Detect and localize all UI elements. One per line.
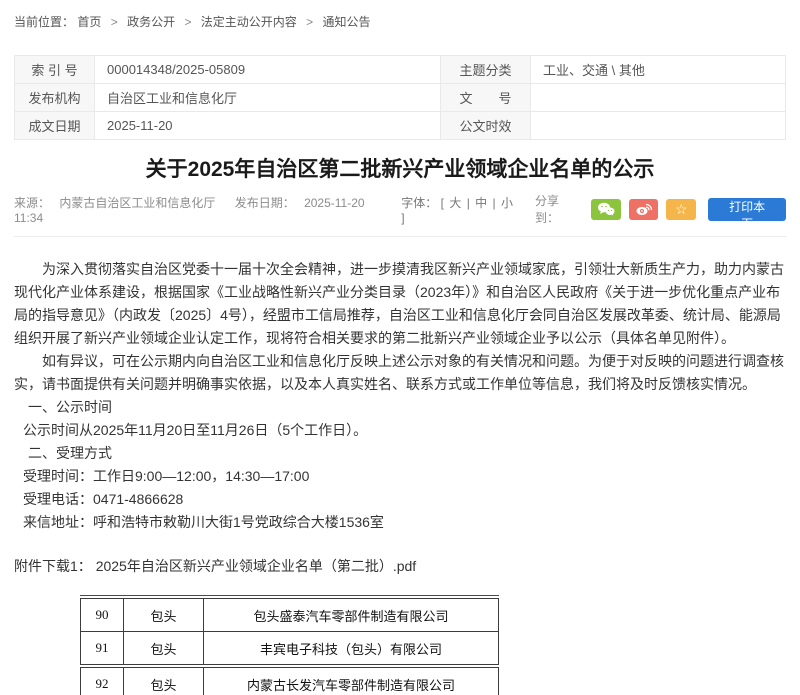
info-value-validity — [531, 112, 786, 140]
breadcrumb-separator: > — [184, 15, 191, 29]
publicity-period-text: 公示时间从2025年11月20日至11月26日（5个工作日）。 — [14, 419, 786, 442]
info-value-written-date: 2025-11-20 — [95, 112, 441, 140]
print-button[interactable]: 打印本页 — [708, 198, 786, 221]
info-row: 发布机构 自治区工业和信息化厅 文 号 — [15, 84, 786, 112]
info-row: 索 引 号 000014348/2025-05809 主题分类 工业、交通 \ … — [15, 56, 786, 84]
weibo-icon — [635, 202, 653, 216]
font-size-control: 字体： [ 大 | 中 | 小 ] — [401, 194, 521, 225]
share-wechat-button[interactable] — [591, 199, 621, 220]
acceptance-hours-text: 受理时间：工作日9:00—12:00，14:30—17:00 — [14, 465, 786, 488]
page-title: 关于2025年自治区第二批新兴产业领域企业名单的公示 — [14, 155, 786, 185]
info-value-document-number — [531, 84, 786, 112]
share-weibo-button[interactable] — [629, 199, 659, 220]
company-cell: 内蒙古长发汽车零部件制造有限公司 — [204, 668, 499, 695]
table-row: 91 包头 丰宾电子科技（包头）有限公司 — [81, 632, 499, 665]
breadcrumb-label: 当前位置： — [14, 15, 74, 29]
section-heading-publicity-period: 一、公示时间 — [14, 396, 786, 419]
info-label-document-number: 文 号 — [441, 84, 531, 112]
meta-source-block: 来源： 内蒙古自治区工业和信息化厅 发布日期： 2025-11-20 11:34 — [14, 194, 401, 225]
announcement-paragraph-1: 为深入贯彻落实自治区党委十一届十次全会精神，进一步摸清我区新兴产业领域家底，引领… — [14, 258, 786, 350]
section-heading-acceptance-method: 二、受理方式 — [14, 442, 786, 465]
info-label-issuing-agency: 发布机构 — [15, 84, 95, 112]
info-value-issuing-agency: 自治区工业和信息化厅 — [95, 84, 441, 112]
info-label-validity: 公文时效 — [441, 112, 531, 140]
info-row: 成文日期 2025-11-20 公文时效 — [15, 112, 786, 140]
pipe-separator: | — [493, 196, 496, 210]
breadcrumb: 当前位置： 首页 > 政务公开 > 法定主动公开内容 > 通知公告 — [14, 0, 786, 30]
attachment-file-link[interactable]: 2025年自治区新兴产业领域企业名单（第二批）.pdf — [96, 558, 417, 574]
bracket-close: ] — [401, 211, 404, 225]
document-info-table: 索 引 号 000014348/2025-05809 主题分类 工业、交通 \ … — [14, 55, 786, 140]
company-list-table: 92 包头 内蒙古长发汽车零部件制造有限公司 93 包头 内蒙古瑞锦新材料科技有… — [80, 667, 499, 695]
city-cell: 包头 — [124, 632, 204, 665]
breadcrumb-item-gov-info[interactable]: 政务公开 — [127, 15, 175, 29]
page: 当前位置： 首页 > 政务公开 > 法定主动公开内容 > 通知公告 索 引 号 … — [0, 0, 800, 695]
info-value-topic-category: 工业、交通 \ 其他 — [531, 56, 786, 84]
pipe-separator: | — [467, 196, 470, 210]
row-number-cell: 90 — [81, 599, 124, 632]
table-cut-edge — [80, 595, 499, 596]
pdf-preview: 90 包头 包头盛泰汽车零部件制造有限公司 91 包头 丰宾电子科技（包头）有限… — [80, 595, 499, 695]
mailing-address-text: 来信地址：呼和浩特市敕勒川大街1号党政综合大楼1536室 — [14, 511, 786, 534]
breadcrumb-separator: > — [306, 15, 313, 29]
breadcrumb-separator: > — [111, 15, 118, 29]
announcement-paragraph-2: 如有异议，可在公示期内向自治区工业和信息化厅反映上述公示对象的有关情况和问题。为… — [14, 350, 786, 396]
star-icon: ☆ — [675, 202, 688, 216]
company-cell: 包头盛泰汽车零部件制造有限公司 — [204, 599, 499, 632]
bracket-open: [ — [441, 196, 444, 210]
font-size-large[interactable]: 大 — [449, 196, 461, 210]
info-label-topic-category: 主题分类 — [441, 56, 531, 84]
company-list-table: 90 包头 包头盛泰汽车零部件制造有限公司 91 包头 丰宾电子科技（包头）有限… — [80, 598, 499, 665]
wechat-icon — [597, 202, 615, 216]
row-number-cell: 91 — [81, 632, 124, 665]
meta-actions-block: 字体： [ 大 | 中 | 小 ] 分享到： — [401, 192, 786, 226]
source-label: 来源： — [14, 196, 50, 210]
attachment-label: 附件下载1： — [14, 558, 92, 574]
info-label-written-date: 成文日期 — [15, 112, 95, 140]
info-label-index-number: 索 引 号 — [15, 56, 95, 84]
source-value: 内蒙古自治区工业和信息化厅 — [59, 196, 215, 210]
info-value-index-number: 000014348/2025-05809 — [95, 56, 441, 84]
breadcrumb-item-notices[interactable]: 通知公告 — [323, 15, 371, 29]
city-cell: 包头 — [124, 668, 204, 695]
acceptance-phone-text: 受理电话：0471-4866628 — [14, 488, 786, 511]
table-row: 90 包头 包头盛泰汽车零部件制造有限公司 — [81, 599, 499, 632]
row-number-cell: 92 — [81, 668, 124, 695]
company-cell: 丰宾电子科技（包头）有限公司 — [204, 632, 499, 665]
font-size-small[interactable]: 小 — [501, 196, 513, 210]
city-cell: 包头 — [124, 599, 204, 632]
breadcrumb-item-statutory-disclosure[interactable]: 法定主动公开内容 — [201, 15, 297, 29]
attachment-row: 附件下载1： 2025年自治区新兴产业领域企业名单（第二批）.pdf — [14, 556, 786, 576]
meta-toolbar: 来源： 内蒙古自治区工业和信息化厅 发布日期： 2025-11-20 11:34… — [14, 192, 786, 237]
table-row: 92 包头 内蒙古长发汽车零部件制造有限公司 — [81, 668, 499, 695]
publish-date-label: 发布日期： — [235, 196, 295, 210]
share-label: 分享到： — [535, 192, 583, 226]
font-size-medium[interactable]: 中 — [475, 196, 487, 210]
article-body: 为深入贯彻落实自治区党委十一届十次全会精神，进一步摸清我区新兴产业领域家底，引领… — [14, 258, 786, 534]
font-size-label: 字体： — [401, 196, 437, 210]
favorite-button[interactable]: ☆ — [666, 199, 696, 220]
breadcrumb-item-home[interactable]: 首页 — [77, 15, 101, 29]
